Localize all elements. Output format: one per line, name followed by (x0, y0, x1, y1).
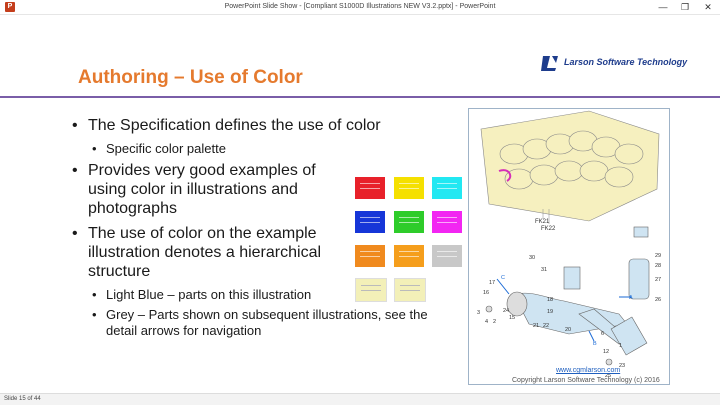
color-swatch (355, 278, 387, 302)
svg-text:21: 21 (533, 323, 539, 329)
color-swatch (394, 211, 424, 233)
sub-bullet-item: Specific color palette (92, 141, 432, 157)
svg-text:FK22: FK22 (541, 226, 556, 232)
window-titlebar: P PowerPoint Slide Show - [Compliant S10… (0, 0, 720, 15)
svg-text:C: C (501, 275, 505, 281)
bullet-item: The Specification defines the use of col… (72, 116, 432, 135)
bullet-item: Provides very good examples of using col… (72, 161, 333, 218)
color-swatch (355, 177, 385, 199)
svg-text:29: 29 (655, 253, 661, 259)
example-illustration: FK21 FK22 29 28 27 26 30 31 17 16 18 19 … (468, 108, 670, 385)
engine-illustration-icon: FK21 FK22 29 28 27 26 30 31 17 16 18 19 … (477, 110, 661, 379)
copyright-text: Copyright Larson Software Technology (c)… (512, 377, 660, 384)
sub-bullet-item: Grey – Parts shown on subsequent illustr… (92, 307, 436, 339)
color-swatch (355, 211, 385, 233)
title-divider (0, 96, 720, 98)
color-swatch (432, 177, 462, 199)
close-button[interactable]: ✕ (697, 0, 719, 14)
svg-text:16: 16 (483, 290, 489, 296)
color-swatch (394, 245, 424, 267)
color-swatch (432, 245, 462, 267)
svg-text:B: B (593, 341, 597, 347)
color-swatch (394, 278, 426, 302)
color-swatch (432, 211, 462, 233)
svg-text:3: 3 (477, 310, 480, 316)
svg-text:19: 19 (547, 309, 553, 315)
website-link[interactable]: www.cgmlarson.com (556, 367, 620, 374)
svg-text:2: 2 (493, 319, 496, 325)
svg-text:6: 6 (601, 331, 604, 337)
svg-text:26: 26 (655, 297, 661, 303)
svg-text:30: 30 (529, 255, 535, 261)
logo-text: Larson Software Technology (564, 57, 688, 67)
svg-text:28: 28 (655, 263, 661, 269)
slide-counter: Slide 15 of 44 (4, 396, 41, 402)
window-title: PowerPoint Slide Show - [Compliant S1000… (224, 3, 496, 10)
svg-text:17: 17 (489, 280, 495, 286)
svg-text:18: 18 (547, 297, 553, 303)
svg-text:A: A (629, 295, 633, 301)
svg-text:20: 20 (565, 327, 571, 333)
svg-text:12: 12 (603, 349, 609, 355)
svg-text:27: 27 (655, 277, 661, 283)
svg-text:31: 31 (541, 267, 547, 273)
svg-text:24: 24 (503, 308, 509, 314)
svg-text:22: 22 (543, 323, 549, 329)
minimize-button[interactable]: — (652, 0, 674, 14)
company-logo: Larson Software Technology (540, 55, 687, 78)
svg-text:4: 4 (485, 319, 488, 325)
status-bar: Slide 15 of 44 (0, 393, 720, 405)
bullet-item: The use of color on the example illustra… (72, 224, 358, 281)
svg-text:15: 15 (509, 315, 515, 321)
svg-text:1: 1 (619, 343, 622, 349)
color-swatch (355, 245, 385, 267)
slide-title: Authoring – Use of Color (78, 67, 303, 88)
svg-text:FK21: FK21 (535, 219, 550, 225)
restore-button[interactable]: ❐ (674, 0, 696, 14)
color-swatch (394, 177, 424, 199)
slide-canvas[interactable]: Authoring – Use of Color Larson Software… (0, 15, 720, 393)
